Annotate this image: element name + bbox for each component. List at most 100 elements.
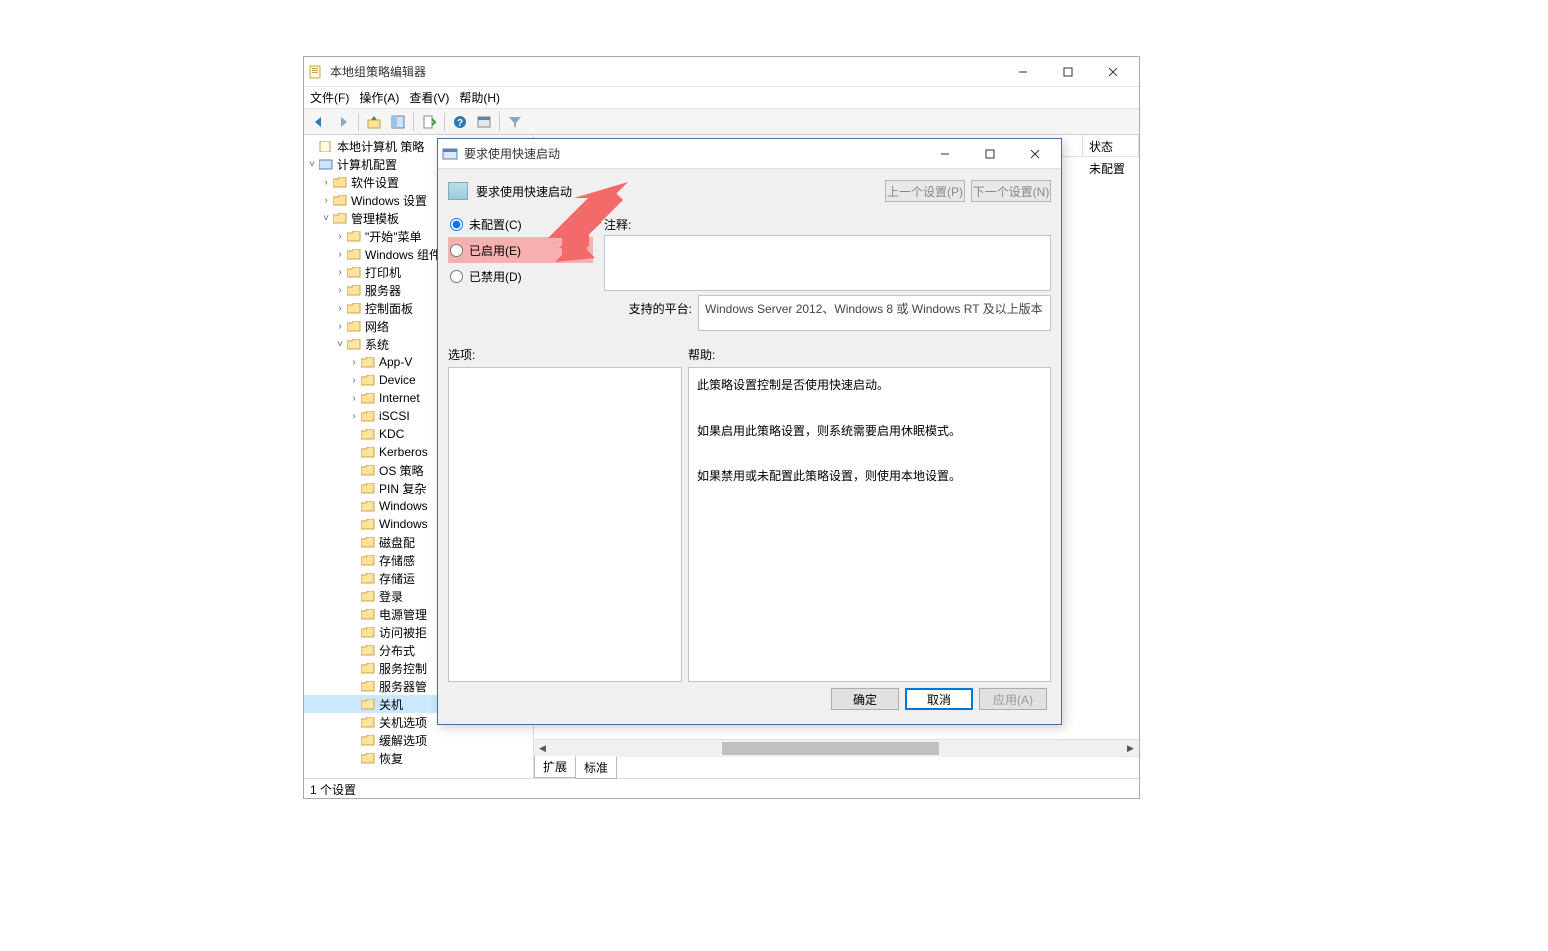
tree-expand-icon[interactable]: › — [334, 321, 346, 332]
dialog-close-button[interactable] — [1012, 142, 1057, 166]
maximize-button[interactable] — [1045, 60, 1090, 84]
tab-standard[interactable]: 标准 — [575, 756, 617, 779]
scroll-thumb[interactable] — [722, 742, 939, 755]
column-state[interactable]: 状态 — [1083, 135, 1139, 156]
tree-label: Windows 设置 — [351, 192, 427, 209]
menu-view[interactable]: 查看(V) — [409, 89, 449, 106]
cancel-button[interactable]: 取消 — [905, 688, 973, 710]
folder-icon — [360, 553, 376, 567]
export-button[interactable] — [418, 111, 440, 133]
up-button[interactable] — [363, 111, 385, 133]
tree-system-child-21[interactable]: 缓解选项 — [304, 731, 533, 749]
tree-label: 缓解选项 — [379, 732, 427, 749]
tree-expand-icon[interactable]: ˅ — [306, 159, 318, 170]
policy-setting-icon — [448, 182, 468, 200]
radio-disabled-input[interactable] — [450, 270, 463, 283]
radio-enabled-input[interactable] — [450, 244, 463, 257]
folder-icon — [332, 211, 348, 225]
titlebar[interactable]: 本地组策略编辑器 — [304, 57, 1139, 87]
menu-help[interactable]: 帮助(H) — [459, 89, 500, 106]
tree-label: Windows — [379, 499, 428, 513]
menubar[interactable]: 文件(F) 操作(A) 查看(V) 帮助(H) — [304, 87, 1139, 109]
tree-expand-icon[interactable]: › — [334, 231, 346, 242]
next-setting-button[interactable]: 下一个设置(N) — [971, 180, 1051, 202]
menu-file[interactable]: 文件(F) — [310, 89, 349, 106]
folder-icon — [360, 733, 376, 747]
dialog-heading: 要求使用快速启动 — [476, 183, 879, 200]
close-button[interactable] — [1090, 60, 1135, 84]
tree-expand-icon[interactable]: ˅ — [334, 339, 346, 350]
tree-label: 本地计算机 策略 — [337, 138, 424, 155]
tree-label: Device — [379, 373, 416, 387]
tree-expand-icon[interactable]: › — [334, 285, 346, 296]
tree-label: Windows — [379, 517, 428, 531]
previous-setting-button[interactable]: 上一个设置(P) — [885, 180, 965, 202]
tree-expand-icon[interactable]: › — [348, 375, 360, 386]
radio-not-configured-input[interactable] — [450, 218, 463, 231]
radio-enabled[interactable]: 已启用(E) — [448, 237, 593, 263]
radio-not-configured[interactable]: 未配置(C) — [448, 211, 598, 237]
tree-expand-icon[interactable]: › — [348, 393, 360, 404]
folder-icon — [332, 175, 348, 189]
folder-icon — [360, 481, 376, 495]
folder-icon — [346, 319, 362, 333]
folder-icon — [360, 517, 376, 531]
tree-expand-icon[interactable]: › — [348, 357, 360, 368]
tree-label: 计算机配置 — [337, 156, 397, 173]
properties-button[interactable] — [473, 111, 495, 133]
dialog-title: 要求使用快速启动 — [464, 145, 922, 162]
apply-button[interactable]: 应用(A) — [979, 688, 1047, 710]
tree-label: 访问被拒 — [379, 624, 427, 641]
forward-button[interactable] — [332, 111, 354, 133]
folder-icon — [360, 643, 376, 657]
options-label: 选项: — [448, 341, 682, 367]
scroll-left-icon[interactable]: ◀ — [534, 740, 551, 757]
tree-label: 软件设置 — [351, 174, 399, 191]
folder-icon — [360, 445, 376, 459]
folder-icon — [360, 625, 376, 639]
tree-label: 打印机 — [365, 264, 401, 281]
ok-button[interactable]: 确定 — [831, 688, 899, 710]
row-state-value: 未配置 — [1083, 157, 1139, 179]
filter-button[interactable] — [504, 111, 526, 133]
folder-icon — [360, 463, 376, 477]
tree-label: Internet — [379, 391, 420, 405]
tree-expand-icon[interactable]: › — [334, 303, 346, 314]
tree-label: "开始"菜单 — [365, 228, 422, 245]
show-hide-tree-button[interactable] — [387, 111, 409, 133]
scroll-right-icon[interactable]: ▶ — [1122, 740, 1139, 757]
folder-icon — [360, 427, 376, 441]
folder-icon — [346, 283, 362, 297]
back-button[interactable] — [308, 111, 330, 133]
tree-expand-icon[interactable]: › — [320, 177, 332, 188]
help-label: 帮助: — [688, 341, 1051, 367]
tree-expand-icon[interactable]: › — [320, 195, 332, 206]
horizontal-scrollbar[interactable]: ◀ ▶ — [534, 739, 1139, 756]
help-box: 此策略设置控制是否使用快速启动。如果启用此策略设置，则系统需要启用休眠模式。如果… — [688, 367, 1051, 682]
tree-label: 恢复 — [379, 750, 403, 767]
tree-system-child-22[interactable]: 恢复 — [304, 749, 533, 767]
tree-label: KDC — [379, 427, 404, 441]
dialog-maximize-button[interactable] — [967, 142, 1012, 166]
tab-extended[interactable]: 扩展 — [534, 756, 576, 778]
help-button[interactable]: ? — [449, 111, 471, 133]
folder-icon — [360, 391, 376, 405]
tree-expand-icon[interactable]: › — [348, 411, 360, 422]
options-box[interactable] — [448, 367, 682, 682]
dialog-titlebar[interactable]: 要求使用快速启动 — [438, 139, 1061, 169]
folder-icon — [360, 355, 376, 369]
folder-icon — [346, 247, 362, 261]
minimize-button[interactable] — [1000, 60, 1045, 84]
folder-icon — [332, 193, 348, 207]
tree-expand-icon[interactable]: ˅ — [320, 213, 332, 224]
tree-label: 服务控制 — [379, 660, 427, 677]
tree-expand-icon[interactable]: › — [334, 267, 346, 278]
folder-icon — [346, 265, 362, 279]
menu-action[interactable]: 操作(A) — [359, 89, 399, 106]
tree-label: 网络 — [365, 318, 389, 335]
radio-disabled[interactable]: 已禁用(D) — [448, 263, 598, 289]
tree-expand-icon[interactable]: › — [334, 249, 346, 260]
comment-textbox[interactable] — [604, 235, 1051, 291]
tree-label: 存储感 — [379, 552, 415, 569]
dialog-minimize-button[interactable] — [922, 142, 967, 166]
